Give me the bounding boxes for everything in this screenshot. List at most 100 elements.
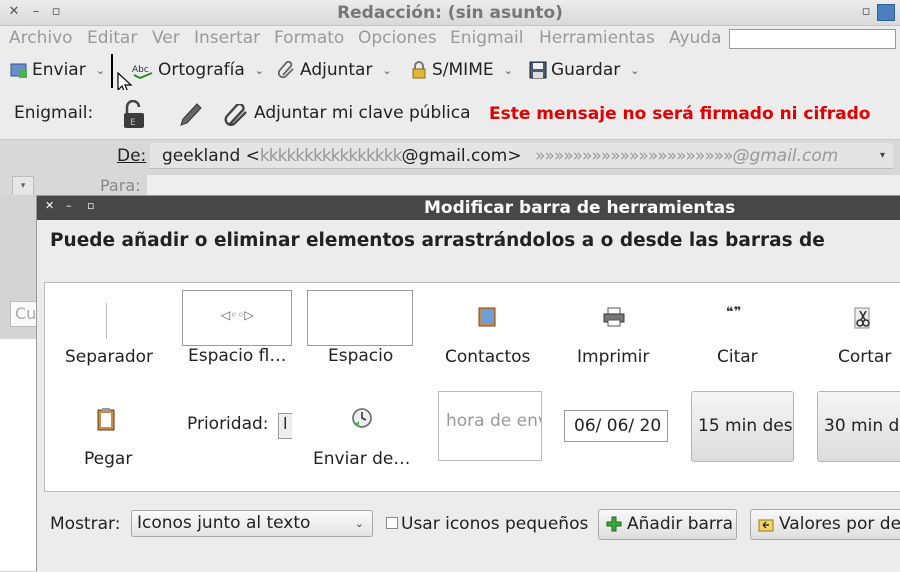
palette-separator[interactable]: Separador bbox=[65, 299, 154, 369]
palette-quote[interactable]: ❝❞ Citar bbox=[713, 299, 773, 369]
app-icon bbox=[877, 4, 895, 21]
minimize-icon[interactable]: – bbox=[66, 199, 72, 212]
menu-archivo[interactable]: Archivo bbox=[9, 28, 73, 48]
send-later-label: Enviar de… bbox=[313, 449, 411, 469]
palette-paste[interactable]: Pegar bbox=[79, 401, 139, 471]
small-icons-checkbox[interactable] bbox=[386, 517, 398, 529]
send-in-30-min-button[interactable]: 30 min d bbox=[817, 391, 900, 462]
menu-editar[interactable]: Editar bbox=[87, 28, 137, 48]
chevron-down-icon[interactable]: ⌄ bbox=[255, 64, 264, 77]
recipient-type-dropdown[interactable]: ▾ bbox=[12, 176, 34, 196]
chevron-down-icon: ⌄ bbox=[354, 517, 364, 530]
small-icons-label[interactable]: Usar iconos pequeños bbox=[401, 514, 588, 534]
enigmail-label: Enigmail: bbox=[14, 103, 94, 123]
dialog-titlebar: ✕ – ▫ Modificar barra de herramientas bbox=[37, 196, 900, 220]
menubar-search-input[interactable] bbox=[729, 29, 896, 49]
chevron-down-icon[interactable]: ⌄ bbox=[96, 64, 105, 77]
priority-label: Prioridad: bbox=[187, 414, 269, 434]
menu-formato[interactable]: Formato bbox=[274, 28, 344, 48]
address-book-icon bbox=[478, 307, 496, 327]
pencil-sign-icon[interactable] bbox=[177, 101, 203, 129]
chevron-down-icon[interactable]: ⌄ bbox=[630, 64, 639, 77]
menu-enigmail[interactable]: Enigmail bbox=[450, 28, 523, 48]
menu-ayuda[interactable]: Ayuda bbox=[669, 28, 722, 48]
send-time-input[interactable]: hora de env bbox=[438, 391, 542, 461]
attach-public-key-button[interactable]: Adjuntar mi clave pública bbox=[254, 103, 471, 123]
spelling-label: Ortografía bbox=[158, 60, 245, 80]
restore-defaults-icon bbox=[758, 519, 774, 532]
unlocked-padlock-icon[interactable]: E bbox=[121, 100, 147, 130]
chevron-down-icon[interactable]: ⌄ bbox=[504, 64, 513, 77]
message-headers: De: geekland <kkkkkkkkkkkkkkkk@gmail.com… bbox=[0, 140, 900, 197]
clipboard-icon bbox=[97, 408, 115, 431]
save-button[interactable]: Guardar ⌄ bbox=[529, 60, 639, 80]
compose-left-area: Cu bbox=[0, 195, 40, 571]
show-label: Mostrar: bbox=[50, 514, 121, 534]
to-label: Para: bbox=[100, 176, 141, 195]
chevron-down-icon[interactable]: ▾ bbox=[880, 143, 885, 169]
quote-icon: ❝❞ bbox=[726, 305, 742, 320]
menu-insertar[interactable]: Insertar bbox=[194, 28, 260, 48]
from-field[interactable]: geekland <kkkkkkkkkkkkkkkk@gmail.com> »»… bbox=[150, 143, 893, 169]
send-in-15-min-button[interactable]: 15 min des bbox=[691, 391, 794, 462]
maximize-icon[interactable]: ▫ bbox=[87, 199, 94, 212]
menu-herramientas[interactable]: Herramientas bbox=[539, 28, 655, 48]
show-mode-select[interactable]: Iconos junto al texto ⌄ bbox=[131, 510, 373, 537]
priority-dropdown[interactable]: l bbox=[278, 413, 292, 439]
menu-opciones[interactable]: Opciones bbox=[358, 28, 437, 48]
add-toolbar-button[interactable]: Añadir barra bbox=[598, 509, 737, 540]
from-name: geekland < bbox=[162, 146, 260, 166]
customize-toolbar-dialog: ✕ – ▫ Modificar barra de herramientas Pu… bbox=[36, 195, 900, 572]
spelling-button[interactable]: Abc Ortografía ⌄ bbox=[132, 60, 264, 80]
quote-label: Citar bbox=[717, 347, 758, 367]
paste-label: Pegar bbox=[84, 449, 133, 469]
attach-label: Adjuntar bbox=[300, 60, 373, 80]
separator-icon bbox=[106, 303, 107, 339]
attach-button[interactable]: Adjuntar ⌄ bbox=[278, 60, 392, 80]
plus-icon bbox=[606, 516, 622, 532]
from-redacted-alias: »»»»»»»»»»»»»»»»»»»»» bbox=[535, 146, 733, 166]
restore-icon[interactable]: ▫ bbox=[858, 3, 874, 21]
message-body[interactable] bbox=[0, 339, 36, 571]
add-toolbar-label: Añadir barra bbox=[627, 514, 734, 534]
flexible-space-icon: ◁◦◦▷ bbox=[221, 308, 254, 322]
smime-button[interactable]: S/MIME ⌄ bbox=[410, 60, 513, 80]
svg-text:E: E bbox=[130, 118, 136, 128]
scissors-icon bbox=[854, 307, 870, 329]
dialog-options-row: Mostrar: Iconos junto al texto ⌄ Usar ic… bbox=[37, 509, 900, 550]
chevron-down-icon[interactable]: ⌄ bbox=[382, 64, 391, 77]
drag-insertion-caret bbox=[111, 54, 113, 88]
menubar: Archivo Editar Ver Insertar Formato Opci… bbox=[0, 26, 900, 52]
dialog-title: Modificar barra de herramientas bbox=[424, 198, 736, 218]
separator-label: Separador bbox=[65, 347, 154, 367]
restore-defaults-button[interactable]: Valores por def bbox=[750, 509, 900, 540]
show-mode-value: Iconos junto al texto bbox=[137, 513, 311, 533]
compose-toolbar: Enviar ⌄ Abc Ortografía ⌄ Adjuntar ⌄ S/M… bbox=[0, 52, 900, 90]
window-titlebar: ✕ – ▫ Redacción: (sin asunto) ▫ bbox=[0, 0, 900, 26]
paperclip-icon bbox=[224, 104, 247, 126]
smime-label: S/MIME bbox=[432, 60, 494, 80]
from-alias-domain: @gmail.com bbox=[732, 146, 839, 166]
palette-print[interactable]: Imprimir bbox=[573, 299, 663, 369]
clock-send-icon bbox=[352, 408, 372, 428]
paperclip-icon bbox=[278, 61, 294, 79]
lock-icon bbox=[412, 61, 426, 79]
to-field[interactable] bbox=[147, 175, 900, 197]
save-label: Guardar bbox=[551, 60, 621, 80]
close-icon[interactable]: ✕ bbox=[45, 199, 54, 212]
palette-flexspace-box[interactable]: ◁◦◦▷ bbox=[182, 290, 292, 346]
palette-flexspace-label: Espacio fl… bbox=[188, 346, 287, 366]
send-icon bbox=[10, 63, 27, 78]
date-input[interactable]: 06/ 06/ 20 bbox=[564, 410, 668, 442]
send-button[interactable]: Enviar ⌄ bbox=[10, 60, 105, 80]
palette-contacts[interactable]: Contactos bbox=[439, 299, 535, 369]
palette-space-label: Espacio bbox=[328, 346, 394, 366]
from-domain: @gmail.com> bbox=[401, 146, 522, 166]
spellcheck-icon: Abc bbox=[132, 65, 153, 79]
enigmail-bar: Enigmail: E Adjuntar mi clave pública Es… bbox=[0, 90, 900, 140]
palette-send-later[interactable]: Enviar de… bbox=[311, 401, 423, 471]
save-icon bbox=[529, 61, 547, 79]
palette-cut[interactable]: Cortar bbox=[833, 299, 899, 369]
menu-ver[interactable]: Ver bbox=[152, 28, 180, 48]
palette-space-box[interactable] bbox=[307, 290, 413, 346]
